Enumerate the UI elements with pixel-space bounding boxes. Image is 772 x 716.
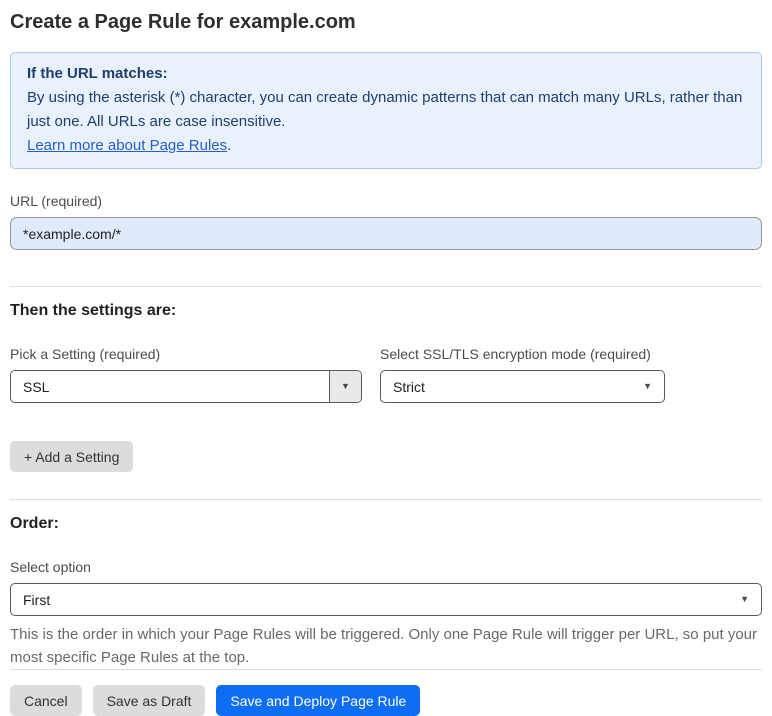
chevron-down-icon: ▼ [643,381,652,391]
save-deploy-button[interactable]: Save and Deploy Page Rule [216,685,421,716]
mode-column: Select SSL/TLS encryption mode (required… [380,346,665,403]
url-matches-info-box: If the URL matches: By using the asteris… [10,52,762,169]
divider [10,499,762,500]
order-select[interactable]: First ▼ [10,583,762,616]
page-title: Create a Page Rule for example.com [10,11,356,33]
order-select-label: Select option [10,559,91,575]
setting-column: Pick a Setting (required) SSL ▼ [10,346,362,403]
chevron-down-icon: ▼ [740,594,749,604]
divider [10,286,762,287]
info-box-body: By using the asterisk (*) character, you… [27,89,743,130]
order-help-text: This is the order in which your Page Rul… [10,626,758,666]
order-select-value: First [23,591,51,608]
settings-row: Pick a Setting (required) SSL ▼ Select S… [10,346,762,403]
mode-select-value: Strict [393,378,425,395]
footer-actions: Cancel Save as Draft Save and Deploy Pag… [10,685,762,716]
info-box-link-line: Learn more about Page Rules. [27,134,745,158]
save-draft-button[interactable]: Save as Draft [92,685,206,716]
settings-section-heading: Then the settings are: [10,302,177,319]
setting-select[interactable]: SSL ▼ [10,370,362,403]
order-section-heading: Order: [10,515,59,532]
info-box-heading: If the URL matches: [27,65,168,82]
cancel-button[interactable]: Cancel [10,685,82,716]
chevron-down-icon: ▼ [329,371,361,402]
add-setting-button[interactable]: + Add a Setting [10,441,134,472]
link-suffix: . [227,137,232,154]
learn-more-link[interactable]: Learn more about Page Rules [27,137,227,154]
divider [10,669,762,670]
mode-select-label: Select SSL/TLS encryption mode (required… [380,346,651,362]
url-field-label: URL (required) [10,193,103,209]
setting-select-value: SSL [23,378,50,395]
url-input[interactable] [10,217,762,250]
setting-select-label: Pick a Setting (required) [10,346,161,362]
ssl-mode-select[interactable]: Strict ▼ [380,370,665,403]
